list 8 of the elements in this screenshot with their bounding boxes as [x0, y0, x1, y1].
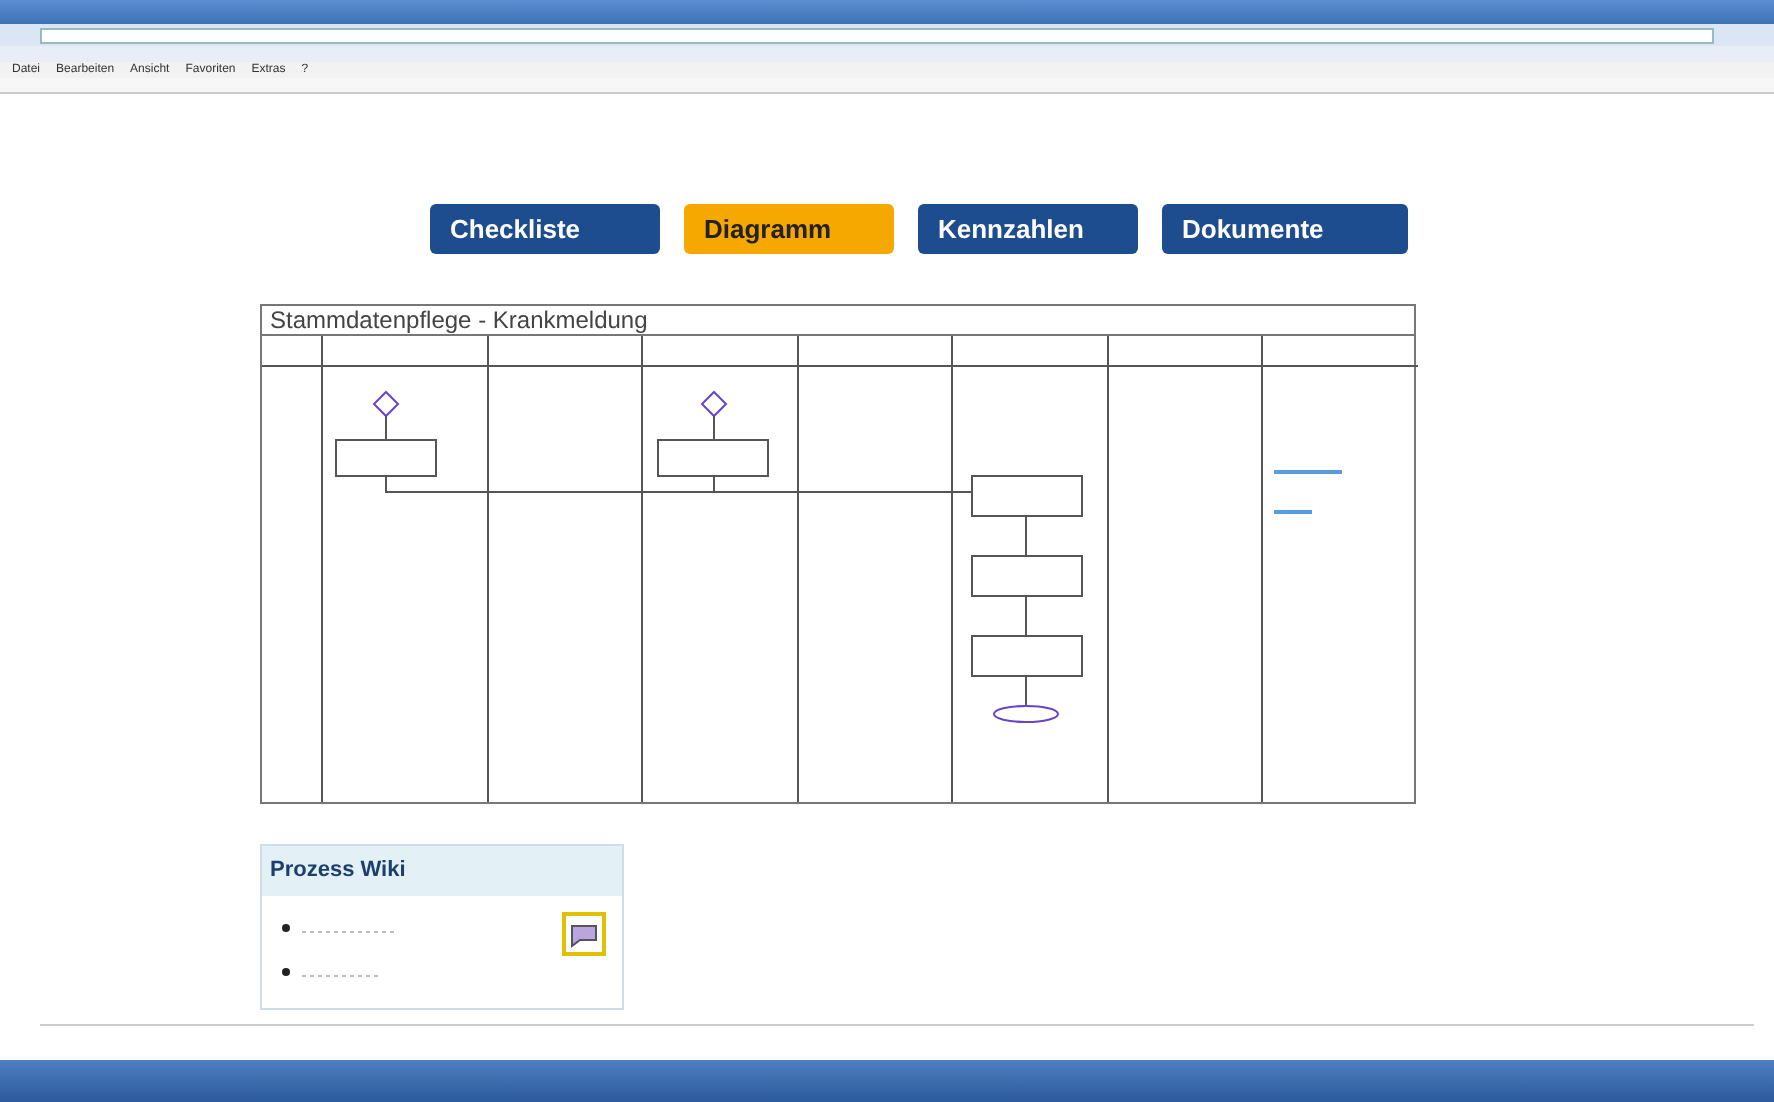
nav-tab[interactable]: Kennzahlen: [918, 204, 1138, 254]
address-field[interactable]: [40, 27, 1714, 43]
diagram-title: Stammdatenpflege - Krankmeldung: [262, 306, 1414, 336]
chat-icon[interactable]: [562, 911, 606, 955]
panel-title: Prozess Wiki: [262, 846, 622, 895]
nav-tab[interactable]: Diagramm: [684, 204, 894, 254]
nav-tab[interactable]: Checkliste: [430, 204, 660, 254]
nav-tab[interactable]: Dokumente: [1162, 204, 1408, 254]
